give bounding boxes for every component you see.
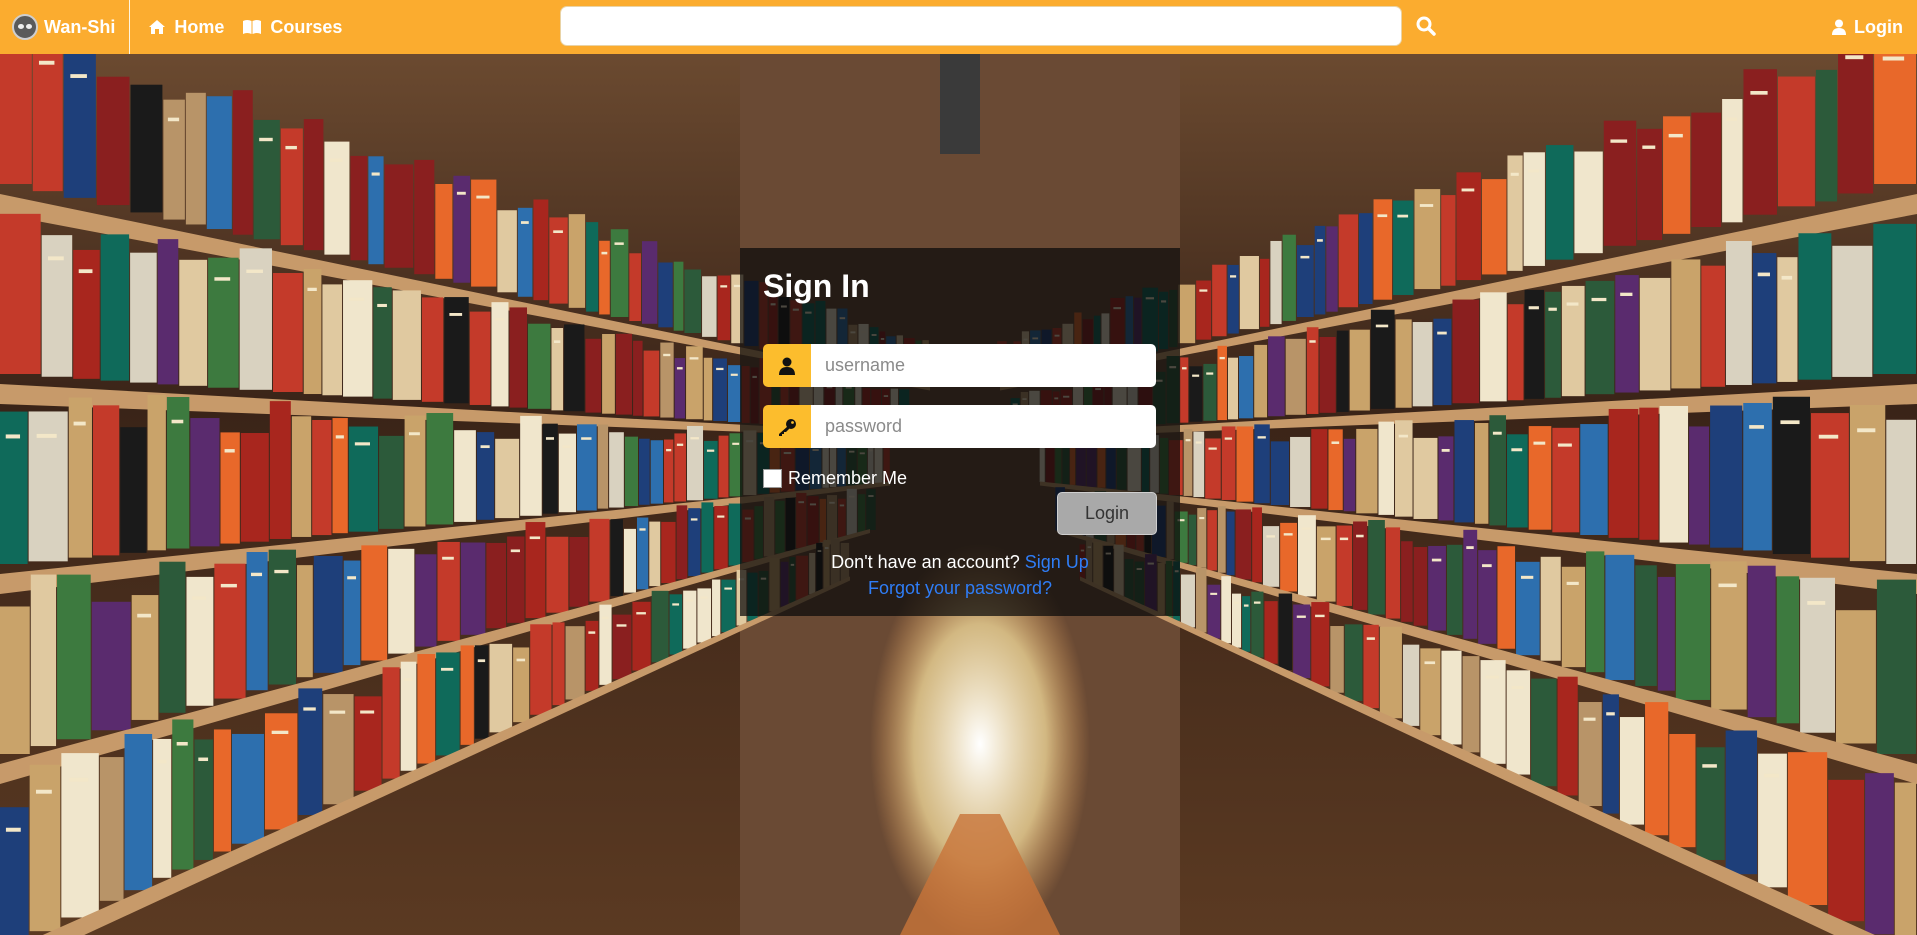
password-field-group — [763, 405, 1156, 448]
user-icon — [1832, 19, 1847, 35]
remember-me-checkbox[interactable] — [763, 469, 782, 488]
nav-home-link[interactable]: Home — [148, 17, 224, 38]
forgot-password-link[interactable]: Forgot your password? — [868, 578, 1052, 598]
book-icon — [242, 19, 262, 35]
search-input[interactable] — [560, 6, 1402, 46]
remember-me: Remember Me — [763, 468, 907, 489]
nav-login-link[interactable]: Login — [1832, 0, 1903, 54]
username-input[interactable] — [811, 344, 1156, 387]
signup-link[interactable]: Sign Up — [1025, 552, 1089, 572]
user-icon — [763, 344, 811, 387]
signup-prompt: Don't have an account? Sign Up — [740, 552, 1180, 573]
nav-courses-link[interactable]: Courses — [242, 17, 342, 38]
username-field-group — [763, 344, 1156, 387]
password-input[interactable] — [811, 405, 1156, 448]
nav-login-label: Login — [1854, 16, 1903, 37]
search-bar — [560, 6, 1436, 46]
brand[interactable]: Wan-Shi — [0, 0, 131, 54]
home-icon — [148, 19, 166, 35]
key-icon — [763, 405, 811, 448]
nav-courses-label: Courses — [270, 16, 343, 37]
signin-title: Sign In — [763, 268, 870, 304]
login-button[interactable]: Login — [1057, 492, 1157, 535]
alien-logo-icon — [12, 14, 38, 40]
remember-me-label: Remember Me — [788, 468, 908, 488]
no-account-text: Don't have an account? — [831, 552, 1020, 572]
top-navbar: Wan-Shi Home Courses Login — [0, 0, 1917, 54]
signin-panel: Sign In Remember Me Login Don't have an … — [740, 248, 1180, 616]
forgot-password-row: Forgot your password? — [740, 578, 1180, 599]
nav-home-label: Home — [174, 16, 225, 37]
search-icon[interactable] — [1416, 16, 1436, 36]
brand-name: Wan-Shi — [44, 16, 116, 37]
